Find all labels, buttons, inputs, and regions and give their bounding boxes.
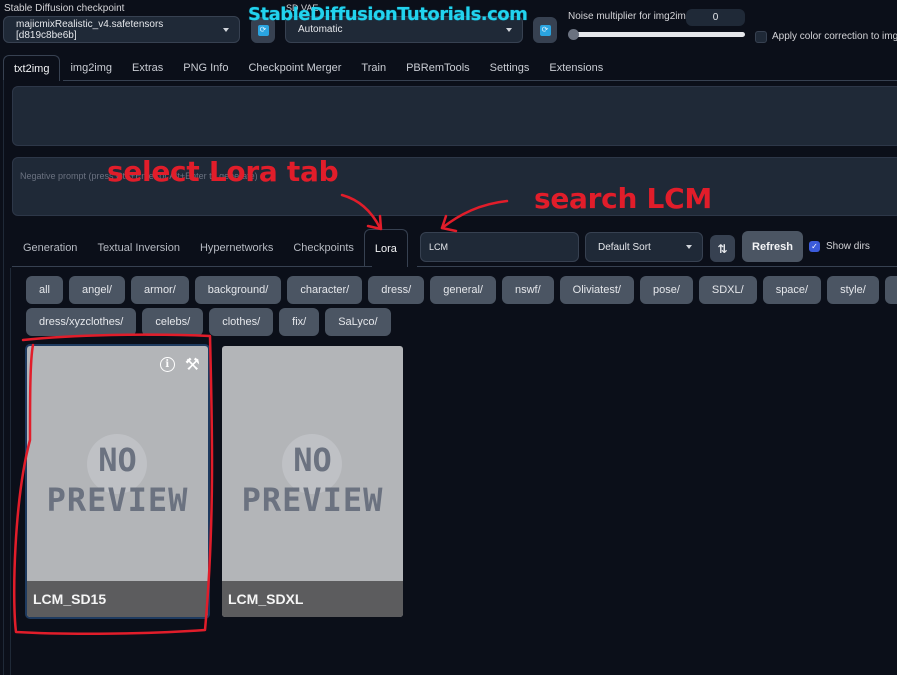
noise-multiplier-slider-thumb[interactable] <box>568 29 579 40</box>
dir-filter-button[interactable]: fix/ <box>279 308 320 336</box>
card-name: LCM_SDXL <box>222 581 403 617</box>
tab-pbremtools[interactable]: PBRemTools <box>396 55 480 81</box>
tab-train[interactable]: Train <box>351 55 396 81</box>
extra-networks-tabs: Generation Textual Inversion Hypernetworks… <box>13 229 408 267</box>
subtab-checkpoints[interactable]: Checkpoints <box>283 229 364 267</box>
dir-filter-button[interactable]: space/ <box>762 276 822 304</box>
card-name: LCM_SD15 <box>27 581 208 617</box>
dir-filter-row-2: dress/xyzclothes/celebs/clothes/fix/SaLy… <box>26 308 391 336</box>
watermark: StableDiffusionTutorials.com <box>248 4 528 25</box>
lora-card[interactable]: NO PREVIEW i ⚒ LCM_SD15 <box>27 346 208 617</box>
arrow-to-search-head <box>440 214 458 233</box>
subtab-textual-inversion[interactable]: Textual Inversion <box>87 229 190 267</box>
dir-filter-button[interactable]: clothes/ <box>209 308 274 336</box>
dir-filter-button[interactable]: character/ <box>287 276 363 304</box>
dir-filter-button[interactable]: style2 <box>884 276 897 304</box>
dir-filter-button[interactable]: Oliviatest/ <box>559 276 634 304</box>
dir-filter-button[interactable]: nswf/ <box>501 276 554 304</box>
panel-border <box>3 80 4 675</box>
chevron-down-icon <box>686 245 692 249</box>
dir-filter-button[interactable]: all <box>26 276 64 304</box>
sort-direction-button[interactable]: ⇅ <box>710 235 735 262</box>
chevron-down-icon <box>506 27 512 32</box>
lora-card[interactable]: NO PREVIEW LCM_SDXL <box>222 346 403 617</box>
tab-txt2img[interactable]: txt2img <box>3 55 61 81</box>
checkpoint-dropdown[interactable]: majicmixRealistic_v4.safetensors [d819c8… <box>3 16 240 43</box>
prompt-textarea[interactable] <box>12 86 897 146</box>
noise-multiplier-slider[interactable] <box>569 32 745 37</box>
show-dirs-checkbox[interactable]: ✓ <box>809 241 820 252</box>
no-preview-text: PREVIEW <box>46 481 189 519</box>
sort-direction-icon: ⇅ <box>717 241 728 256</box>
arrow-to-lora-head <box>366 214 383 231</box>
annotation-search-lcm: search LCM <box>534 182 712 215</box>
lora-search-input[interactable]: LCM <box>420 232 579 262</box>
chevron-down-icon <box>223 27 229 32</box>
sort-dropdown[interactable]: Default Sort <box>585 232 703 262</box>
refresh-icon: ⟳ <box>539 24 551 36</box>
vae-value: Automatic <box>298 24 343 35</box>
dir-filter-button[interactable]: angel/ <box>69 276 125 304</box>
dir-filter-button[interactable]: dress/xyzclothes/ <box>26 308 137 336</box>
no-preview-text: NO <box>293 441 332 479</box>
dir-filter-button[interactable]: armor/ <box>131 276 189 304</box>
no-preview-text: PREVIEW <box>241 481 384 519</box>
tab-extras[interactable]: Extras <box>122 55 173 81</box>
tab-img2img[interactable]: img2img <box>60 55 122 81</box>
refresh-icon: ⟳ <box>257 24 269 36</box>
color-correction-label: Apply color correction to img2 <box>772 31 897 42</box>
dir-filter-button[interactable]: SaLyco/ <box>325 308 391 336</box>
subtab-hypernetworks[interactable]: Hypernetworks <box>190 229 283 267</box>
dir-filter-button[interactable]: pose/ <box>639 276 693 304</box>
annotation-select-lora: select Lora tab <box>107 155 339 188</box>
vae-refresh-button[interactable]: ⟳ <box>533 17 557 43</box>
dir-filter-button[interactable]: SDXL/ <box>698 276 757 304</box>
dir-filter-button[interactable]: style/ <box>827 276 879 304</box>
dir-filter-row-1: all angel/armor/background/character/dres… <box>26 276 897 304</box>
tab-png-info[interactable]: PNG Info <box>173 55 238 81</box>
tabs-divider <box>63 80 897 81</box>
subtabs-divider-left <box>12 266 372 267</box>
tools-icon[interactable]: ⚒ <box>185 356 200 373</box>
checkpoint-value: majicmixRealistic_v4.safetensors [d819c8… <box>16 18 164 41</box>
color-correction-checkbox[interactable] <box>755 31 767 43</box>
dir-filter-button[interactable]: dress/ <box>368 276 425 304</box>
subtab-lora[interactable]: Lora <box>363 229 408 267</box>
dir-filter-button[interactable]: background/ <box>194 276 282 304</box>
main-tabs: txt2img img2img Extras PNG Info Checkpoint M… <box>3 55 613 81</box>
noise-multiplier-input[interactable]: 0 <box>686 9 745 26</box>
tab-extensions[interactable]: Extensions <box>539 55 613 81</box>
sort-value: Default Sort <box>598 241 651 253</box>
dir-filter-button[interactable]: general/ <box>430 276 496 304</box>
panel-rail <box>10 268 11 675</box>
info-icon[interactable]: i <box>159 357 175 372</box>
tab-settings[interactable]: Settings <box>480 55 540 81</box>
subtab-generation[interactable]: Generation <box>13 229 87 267</box>
check-icon: ✓ <box>811 242 818 251</box>
dir-filter-button[interactable]: celebs/ <box>142 308 204 336</box>
subtabs-divider-right <box>417 266 897 267</box>
tab-checkpoint-merger[interactable]: Checkpoint Merger <box>238 55 351 81</box>
refresh-button[interactable]: Refresh <box>742 231 803 262</box>
checkpoint-label: Stable Diffusion checkpoint <box>4 3 125 14</box>
noise-multiplier-label: Noise multiplier for img2img <box>568 11 692 22</box>
no-preview-text: NO <box>98 441 137 479</box>
show-dirs-label: Show dirs <box>826 241 870 252</box>
